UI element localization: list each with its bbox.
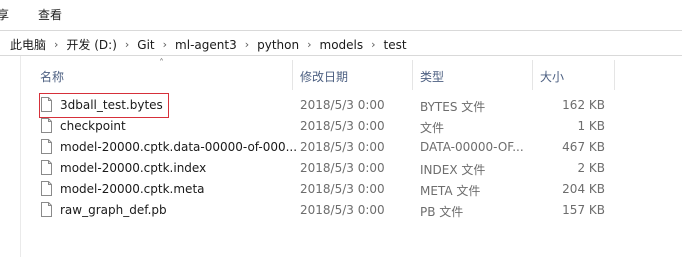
chevron-right-icon[interactable]: › — [371, 38, 375, 51]
address-bar[interactable]: 此电脑 › 开发 (D:) › Git › ml-agent3 › python… — [0, 30, 682, 56]
column-header-type[interactable]: 类型 — [420, 68, 444, 94]
file-row[interactable]: checkpoint 2018/5/3 0:00 文件 1 KB — [20, 116, 682, 137]
file-size: 162 KB — [562, 98, 605, 112]
column-header-row: 名称 修改日期 类型 大小 — [0, 56, 682, 94]
file-name: model-20000.cptk.meta — [60, 182, 205, 196]
chevron-right-icon[interactable]: › — [163, 38, 167, 51]
breadcrumb-drive-d[interactable]: 开发 (D:) — [66, 36, 116, 53]
column-divider[interactable] — [532, 60, 533, 90]
file-type: BYTES 文件 — [420, 100, 486, 114]
file-name: raw_graph_def.pb — [60, 203, 167, 217]
file-icon — [41, 202, 52, 217]
file-size: 467 KB — [562, 140, 605, 154]
column-divider[interactable] — [412, 60, 413, 90]
tab-view[interactable]: 查看 — [38, 6, 62, 23]
file-type: 文件 — [420, 121, 445, 135]
chevron-right-icon[interactable]: › — [54, 38, 58, 51]
file-size: 204 KB — [562, 182, 605, 196]
file-date: 2018/5/3 0:00 — [300, 119, 385, 133]
breadcrumb-models[interactable]: models — [320, 38, 364, 52]
file-name: model-20000.cptk.index — [60, 161, 207, 175]
chevron-right-icon[interactable]: › — [307, 38, 311, 51]
column-divider[interactable] — [614, 60, 615, 90]
file-date: 2018/5/3 0:00 — [300, 182, 385, 196]
file-size: 157 KB — [562, 203, 605, 217]
file-icon — [41, 118, 52, 133]
breadcrumb-test[interactable]: test — [384, 38, 407, 52]
column-header-date[interactable]: 修改日期 — [300, 68, 348, 94]
file-row[interactable]: raw_graph_def.pb 2018/5/3 0:00 PB 文件 157… — [20, 200, 682, 221]
file-name: checkpoint — [60, 119, 126, 133]
chevron-right-icon[interactable]: › — [245, 38, 249, 51]
file-type: DATA-00000-OF... — [420, 140, 524, 154]
file-type: PB 文件 — [420, 205, 464, 219]
file-row[interactable]: model-20000.cptk.meta 2018/5/3 0:00 META… — [20, 179, 682, 200]
file-row[interactable]: model-20000.cptk.data-00000-of-000... 20… — [20, 137, 682, 158]
file-date: 2018/5/3 0:00 — [300, 98, 385, 112]
file-size: 1 KB — [577, 119, 605, 133]
file-icon — [41, 160, 52, 175]
file-date: 2018/5/3 0:00 — [300, 140, 385, 154]
breadcrumb: 此电脑 › 开发 (D:) › Git › ml-agent3 › python… — [10, 36, 407, 53]
highlight-annotation-box — [39, 93, 169, 118]
column-divider[interactable] — [292, 60, 293, 90]
breadcrumb-this-pc[interactable]: 此电脑 — [10, 36, 46, 53]
file-icon — [41, 139, 52, 154]
file-name: model-20000.cptk.data-00000-of-000... — [60, 140, 298, 154]
breadcrumb-ml-agent3[interactable]: ml-agent3 — [175, 38, 237, 52]
file-type: META 文件 — [420, 184, 481, 198]
tab-share[interactable]: 享 — [0, 6, 9, 23]
breadcrumb-python[interactable]: python — [257, 38, 299, 52]
column-header-size[interactable]: 大小 — [540, 68, 564, 94]
file-icon — [41, 181, 52, 196]
breadcrumb-git[interactable]: Git — [137, 38, 154, 52]
file-size: 2 KB — [577, 161, 605, 175]
file-date: 2018/5/3 0:00 — [300, 203, 385, 217]
chevron-right-icon[interactable]: › — [125, 38, 129, 51]
file-type: INDEX 文件 — [420, 163, 486, 177]
file-row[interactable]: model-20000.cptk.index 2018/5/3 0:00 IND… — [20, 158, 682, 179]
sort-ascending-icon: ˄ — [159, 58, 164, 69]
ribbon: 享 查看 — [0, 0, 682, 28]
file-date: 2018/5/3 0:00 — [300, 161, 385, 175]
column-header-name[interactable]: 名称 — [40, 68, 64, 94]
